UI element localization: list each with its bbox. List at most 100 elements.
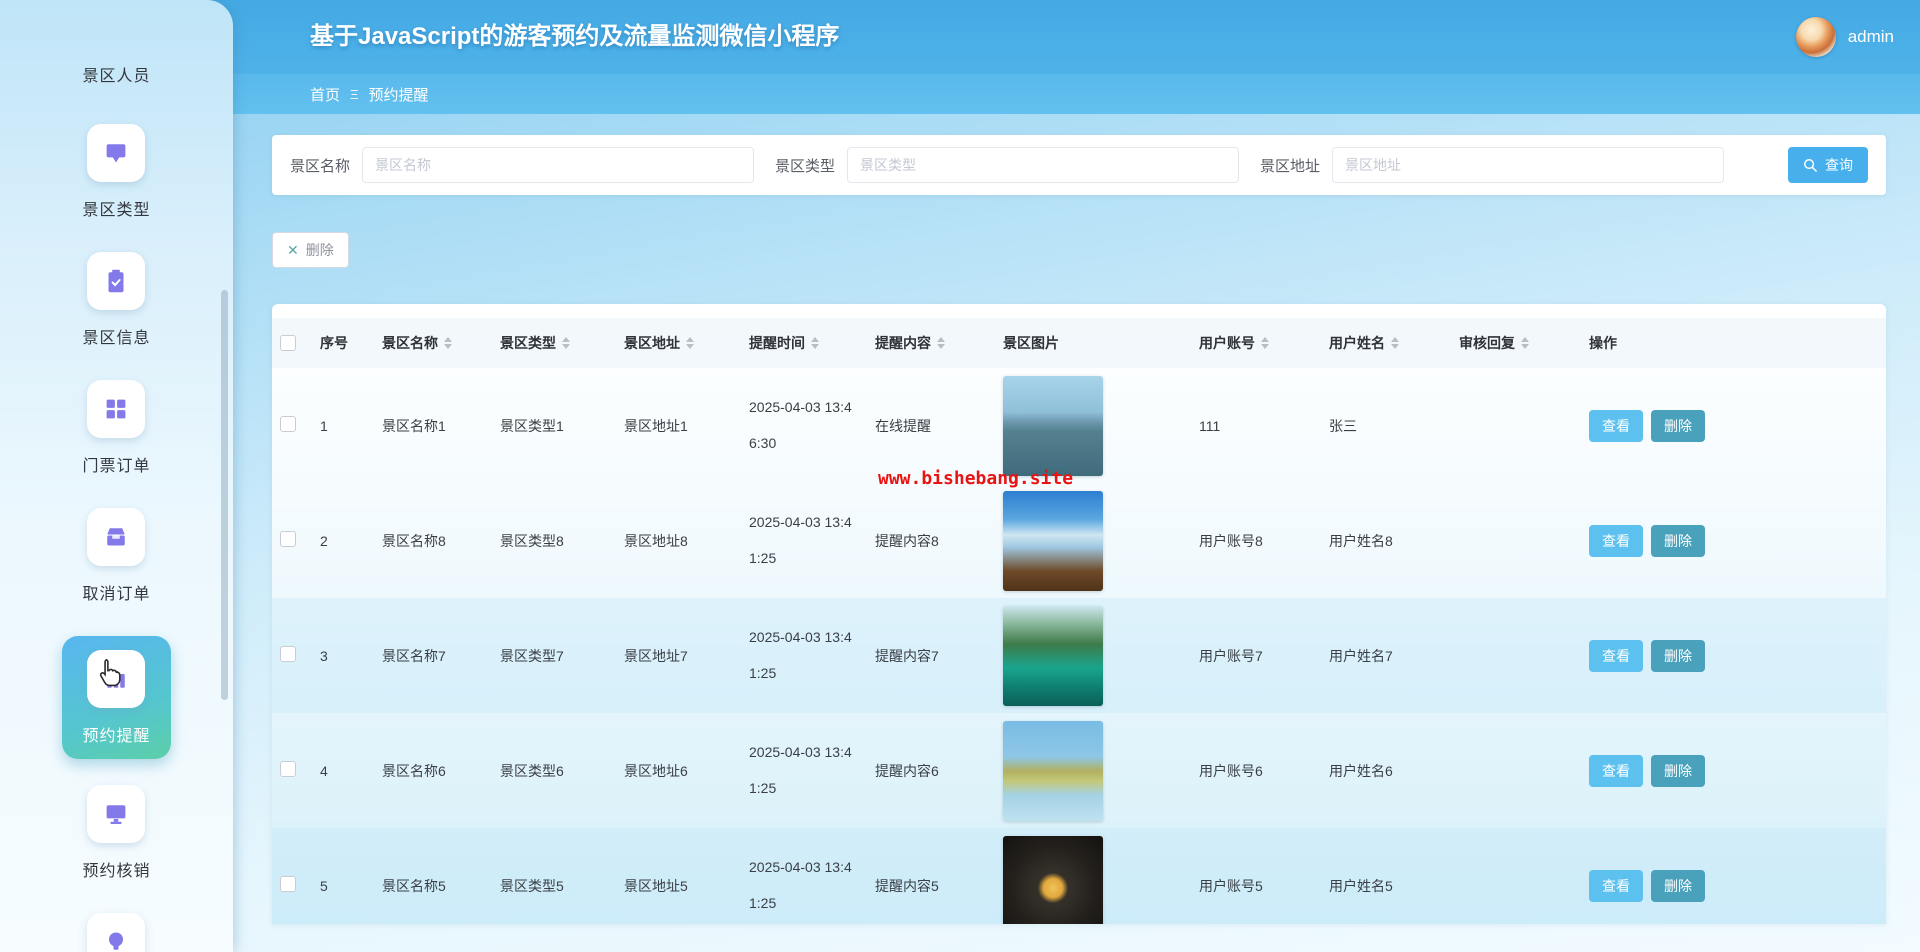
cell-index: 4 [312,763,374,779]
cell-username: 用户姓名6 [1321,761,1451,781]
filter-label-scenic-name: 景区名称 [290,155,350,176]
user-box[interactable]: admin [1796,0,1894,74]
sidebar-scrollbar[interactable] [221,290,228,700]
cell-index: 3 [312,648,374,664]
view-button[interactable]: 查看 [1589,640,1643,672]
column-header-photo: 景区图片 [995,333,1191,353]
scenic-address-input[interactable] [1332,147,1724,183]
cell-type: 景区类型8 [492,531,616,551]
view-button[interactable]: 查看 [1589,755,1643,787]
column-header-index: 序号 [312,333,374,353]
sidebar-item-label: 预约提醒 [82,722,150,746]
sidebar-item-scenic-staff[interactable]: 景区人员 [62,48,170,86]
cell-address: 景区地址1 [616,416,741,436]
column-header-content[interactable]: 提醒内容 [867,333,995,353]
row-checkbox[interactable] [280,876,296,892]
column-header-reply[interactable]: 审核回复 [1451,333,1581,353]
column-header-label: 景区地址 [624,333,680,353]
cell-name: 景区名称8 [374,531,492,551]
row-actions: 查看删除 [1589,755,1886,787]
view-button[interactable]: 查看 [1589,525,1643,557]
column-header-username[interactable]: 用户姓名 [1321,333,1451,353]
delete-button[interactable]: 删除 [1651,640,1705,672]
table-row: 1景区名称1景区类型1景区地址12025-04-03 13:46:30在线提醒1… [272,368,1886,483]
cell-photo [995,606,1191,706]
view-button[interactable]: 查看 [1589,870,1643,902]
breadcrumb-home[interactable]: 首页 [310,84,340,105]
filter-label-scenic-address: 景区地址 [1260,155,1320,176]
filter-group-scenic-name: 景区名称 [290,147,754,183]
cell-account: 用户账号6 [1191,761,1321,781]
cell-photo [995,491,1191,591]
scenic-name-input[interactable] [362,147,754,183]
cell-ops: 查看删除 [1581,410,1886,442]
avatar [1796,17,1836,57]
cell-content: 提醒内容5 [867,876,995,896]
scenic-photo [1003,836,1103,925]
column-header-label: 序号 [320,333,348,353]
row-actions: 查看删除 [1589,870,1886,902]
cell-address: 景区地址5 [616,876,741,896]
reminder-time: 2025-04-03 13:41:25 [749,735,857,806]
reminder-time: 2025-04-03 13:46:30 [749,390,857,461]
column-header-address[interactable]: 景区地址 [616,333,741,353]
cell-type: 景区类型6 [492,761,616,781]
monitor-icon [87,785,145,843]
sidebar: 景区人员景区类型景区信息门票订单取消订单预约提醒预约核销系统管理 [0,0,233,952]
breadcrumb-separator-icon: Ξ [350,87,358,102]
cell-username: 用户姓名5 [1321,876,1451,896]
cell-username: 用户姓名8 [1321,531,1451,551]
sidebar-item-reservation-verify[interactable]: 预约核销 [62,785,170,881]
main-content: 景区名称景区类型景区地址 查询 ✕ 删除 序号景区名称景区类型景区地址提醒时间提… [233,114,1920,952]
page: 基于JavaScript的游客预约及流量监测微信小程序 admin 首页 Ξ 预… [0,0,1920,952]
close-icon: ✕ [287,242,299,259]
sidebar-item-reservation-reminder[interactable]: 预约提醒 [62,636,170,759]
clipboard-icon [87,252,145,310]
reminder-time: 2025-04-03 13:41:25 [749,850,857,921]
row-checkbox[interactable] [280,646,296,662]
column-header-name[interactable]: 景区名称 [374,333,492,353]
column-header-account[interactable]: 用户账号 [1191,333,1321,353]
sidebar-item-scenic-info[interactable]: 景区信息 [62,252,170,348]
delete-button[interactable]: 删除 [1651,870,1705,902]
cell-time: 2025-04-03 13:41:25 [741,620,867,691]
sidebar-item-label: 预约核销 [82,857,150,881]
table-header-row: 序号景区名称景区类型景区地址提醒时间提醒内容景区图片用户账号用户姓名审核回复操作 [272,318,1886,368]
cell-account: 用户账号7 [1191,646,1321,666]
cell-name: 景区名称7 [374,646,492,666]
delete-button[interactable]: 删除 [1651,410,1705,442]
sidebar-item-label: 门票订单 [82,452,150,476]
breadcrumb: 首页 Ξ 预约提醒 [233,74,1920,114]
select-all-checkbox[interactable] [280,335,296,351]
column-header-label: 用户账号 [1199,333,1255,353]
cell-checkbox [272,531,312,550]
cell-address: 景区地址6 [616,761,741,781]
breadcrumb-current: 预约提醒 [368,84,428,105]
bulk-delete-button[interactable]: ✕ 删除 [272,232,349,268]
scenic-photo [1003,606,1103,706]
delete-button[interactable]: 删除 [1651,755,1705,787]
column-header-time[interactable]: 提醒时间 [741,333,867,353]
filter-groups: 景区名称景区类型景区地址 [290,147,1745,183]
row-checkbox[interactable] [280,416,296,432]
search-button[interactable]: 查询 [1788,147,1868,183]
cell-checkbox [272,876,312,895]
search-icon [1803,158,1818,173]
cell-content: 提醒内容6 [867,761,995,781]
delete-button[interactable]: 删除 [1651,525,1705,557]
user-name: admin [1848,27,1894,47]
column-header-label: 用户姓名 [1329,333,1385,353]
column-header-label: 景区名称 [382,333,438,353]
cell-ops: 查看删除 [1581,755,1886,787]
sidebar-item-cancel-orders[interactable]: 取消订单 [62,508,170,604]
sidebar-item-ticket-orders[interactable]: 门票订单 [62,380,170,476]
scenic-photo [1003,376,1103,476]
view-button[interactable]: 查看 [1589,410,1643,442]
row-checkbox[interactable] [280,531,296,547]
filter-group-scenic-address: 景区地址 [1260,147,1724,183]
sidebar-item-system-manage[interactable]: 系统管理 [62,913,170,952]
scenic-type-input[interactable] [847,147,1239,183]
column-header-type[interactable]: 景区类型 [492,333,616,353]
sidebar-item-scenic-type[interactable]: 景区类型 [62,124,170,220]
row-checkbox[interactable] [280,761,296,777]
